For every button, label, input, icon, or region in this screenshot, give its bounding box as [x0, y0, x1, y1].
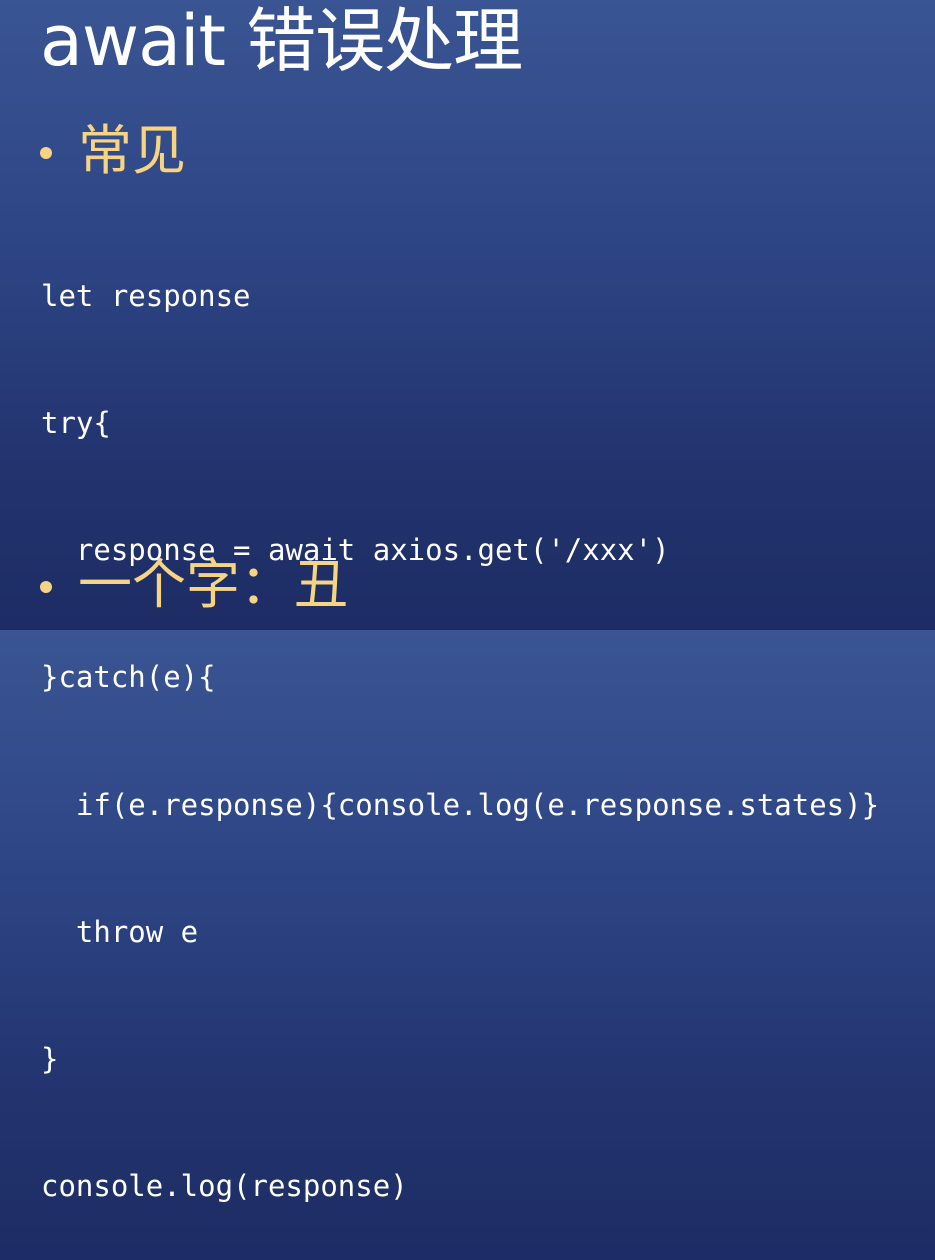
code-line: try{	[41, 406, 111, 441]
slide-title: await 错误处理	[40, 0, 523, 82]
bullet-text: 一个字：丑	[78, 553, 348, 616]
bullet-dot-icon	[40, 581, 52, 593]
code-line: console.log(response)	[41, 1169, 408, 1204]
code-block: let response try{ response = await axios…	[41, 190, 879, 1260]
code-line: }	[41, 1042, 59, 1077]
bullet-dot-icon	[40, 147, 52, 159]
code-line: let response	[41, 278, 251, 313]
code-line: if(e.response){console.log(e.response.st…	[41, 787, 880, 822]
code-line: }catch(e){	[41, 660, 216, 695]
bullet-ugly: 一个字：丑	[40, 552, 348, 618]
slide: await 错误处理 常见 let response try{ response…	[0, 0, 935, 1203]
code-line: throw e	[41, 914, 199, 949]
bullet-text: 常见	[78, 119, 186, 182]
bullet-common: 常见	[40, 118, 186, 184]
